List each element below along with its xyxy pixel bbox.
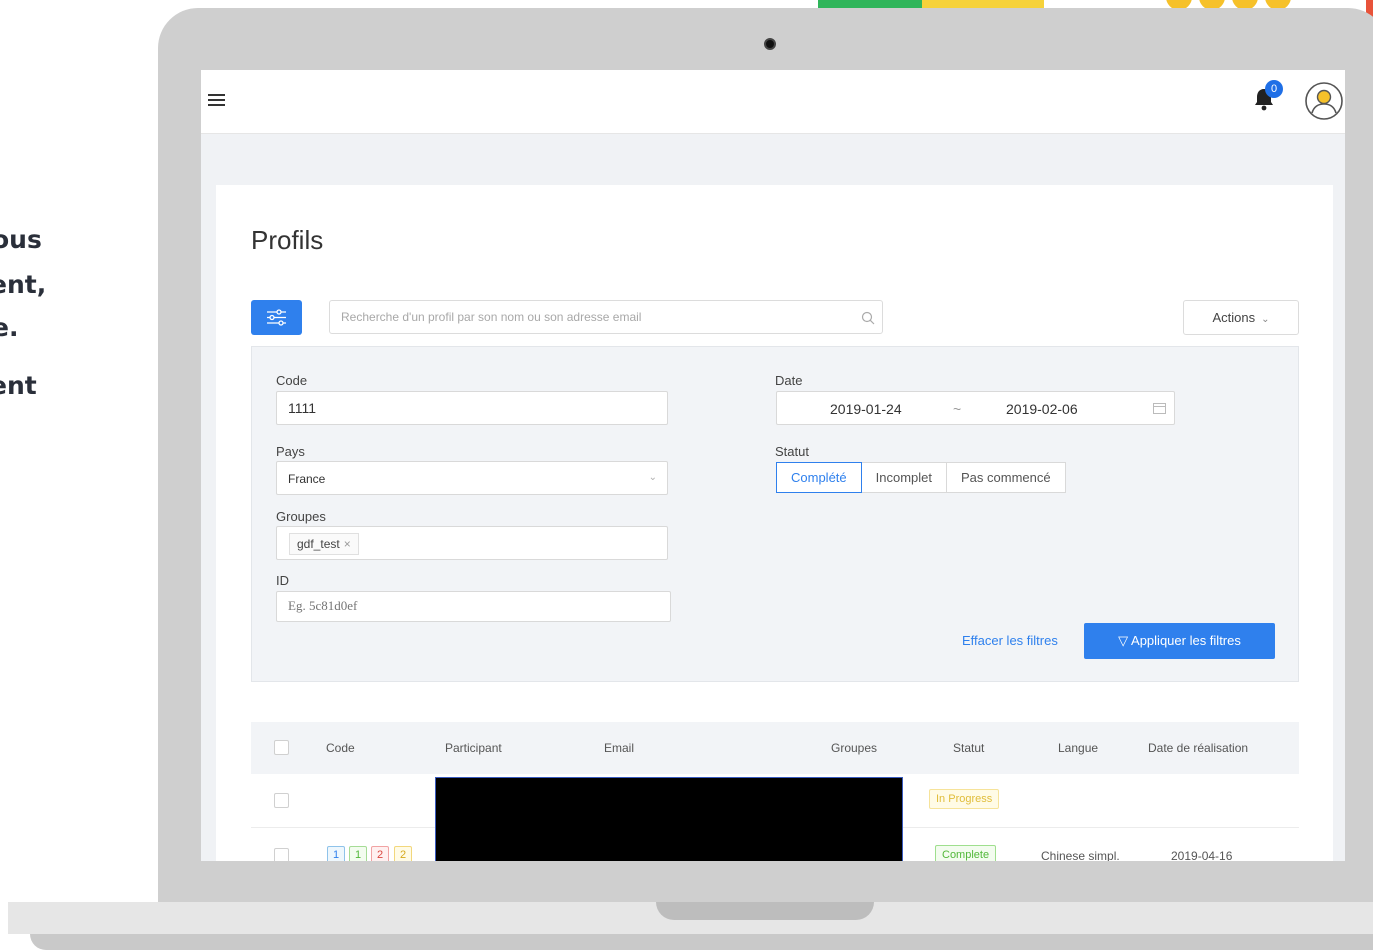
profiles-card: Profils Actions ⌄	[216, 185, 1333, 861]
column-header-code[interactable]: Code	[326, 741, 355, 755]
page-title: Profils	[251, 225, 324, 255]
country-label: Pays	[276, 444, 305, 459]
code-chip: 1	[349, 846, 367, 861]
date-end: 2019-02-06	[1006, 401, 1078, 417]
hamburger-icon[interactable]	[208, 94, 225, 108]
table-header: Code Participant Email Groupes Statut La…	[251, 722, 1299, 774]
clear-filters-link[interactable]: Effacer les filtres	[962, 633, 1058, 648]
id-field-wrapper	[276, 591, 671, 622]
date-label: Date	[775, 373, 803, 388]
laptop-camera	[764, 38, 776, 50]
id-input[interactable]	[277, 592, 657, 620]
column-header-status[interactable]: Statut	[953, 741, 984, 755]
status-badge: Complete	[935, 845, 997, 861]
groups-select[interactable]: gdf_test ×	[276, 526, 668, 560]
top-bar: 0	[201, 70, 1345, 134]
row-checkbox[interactable]	[274, 793, 289, 808]
column-header-participant[interactable]: Participant	[445, 741, 502, 755]
user-circle-icon[interactable]	[1304, 81, 1344, 121]
notification-badge: 0	[1265, 80, 1283, 98]
groups-label: Groupes	[276, 509, 326, 524]
id-label: ID	[276, 573, 289, 588]
apply-filters-label: Appliquer les filtres	[1131, 633, 1241, 648]
group-tag-label: gdf_test	[297, 537, 340, 551]
code-value: 1111	[288, 400, 317, 416]
group-tag: gdf_test ×	[289, 533, 359, 555]
status-option-not-started[interactable]: Pas commencé	[946, 462, 1066, 493]
status-badge: In Progress	[929, 789, 1000, 809]
chevron-down-icon: ⌄	[1261, 314, 1270, 325]
sliders-icon	[267, 309, 286, 326]
status-toggle-group: Complété Incomplet Pas commencé	[776, 462, 1066, 493]
status-option-complete[interactable]: Complété	[776, 462, 862, 493]
chevron-down-icon: ⌄	[648, 472, 657, 483]
filters-panel: Code 1111 Date 2019-01-24 ~ 2019-02-06 P…	[251, 346, 1299, 682]
select-all-checkbox[interactable]	[274, 740, 289, 755]
redacted-area	[435, 777, 903, 861]
search-icon[interactable]	[861, 311, 875, 325]
code-chip: 2	[371, 846, 389, 861]
code-label: Code	[276, 373, 308, 388]
side-text-line-3: e.	[0, 313, 19, 342]
close-icon[interactable]: ×	[344, 537, 351, 551]
column-header-groups[interactable]: Groupes	[831, 741, 877, 755]
filter-toggle-button[interactable]	[251, 300, 302, 335]
side-text-line-2: ent,	[0, 270, 47, 299]
laptop-base-shadow	[30, 934, 1373, 950]
decorative-yellow-bar	[922, 0, 1044, 8]
search-input[interactable]	[330, 301, 840, 333]
date-cell: 2019-04-16	[1171, 849, 1233, 861]
date-separator: ~	[953, 401, 962, 417]
decorative-green-bar	[818, 0, 922, 8]
funnel-icon: ▽	[1118, 633, 1129, 648]
country-select[interactable]: France ⌄	[276, 461, 668, 495]
app-screen: 0 Profils Recherche d'un profil par son …	[201, 70, 1345, 861]
status-label: Statut	[775, 444, 809, 459]
date-range-picker[interactable]: 2019-01-24 ~ 2019-02-06	[776, 391, 1175, 425]
stage: ous ent, e. ent 0 Profils	[0, 0, 1373, 950]
status-option-incomplete[interactable]: Incomplet	[860, 462, 948, 493]
column-header-email[interactable]: Email	[604, 741, 634, 755]
calendar-icon	[1153, 403, 1166, 414]
date-start: 2019-01-24	[830, 401, 902, 417]
side-text-line-4: ent	[0, 371, 37, 400]
code-chip: 2	[394, 846, 412, 861]
actions-dropdown-button[interactable]: Actions ⌄	[1183, 300, 1299, 335]
country-value: France	[288, 472, 326, 486]
search-box	[329, 300, 883, 334]
actions-label: Actions	[1212, 310, 1256, 325]
side-text-line-1: ous	[0, 225, 42, 254]
code-field[interactable]: 1111	[276, 391, 668, 425]
language-cell: Chinese simpl.	[1041, 849, 1120, 861]
row-checkbox[interactable]	[274, 848, 289, 861]
column-header-language[interactable]: Langue	[1058, 741, 1098, 755]
apply-filters-button[interactable]: ▽ Appliquer les filtres	[1084, 623, 1275, 659]
laptop-notch	[656, 902, 874, 920]
code-chip: 1	[327, 846, 345, 861]
column-header-completion-date[interactable]: Date de réalisation	[1148, 741, 1248, 755]
